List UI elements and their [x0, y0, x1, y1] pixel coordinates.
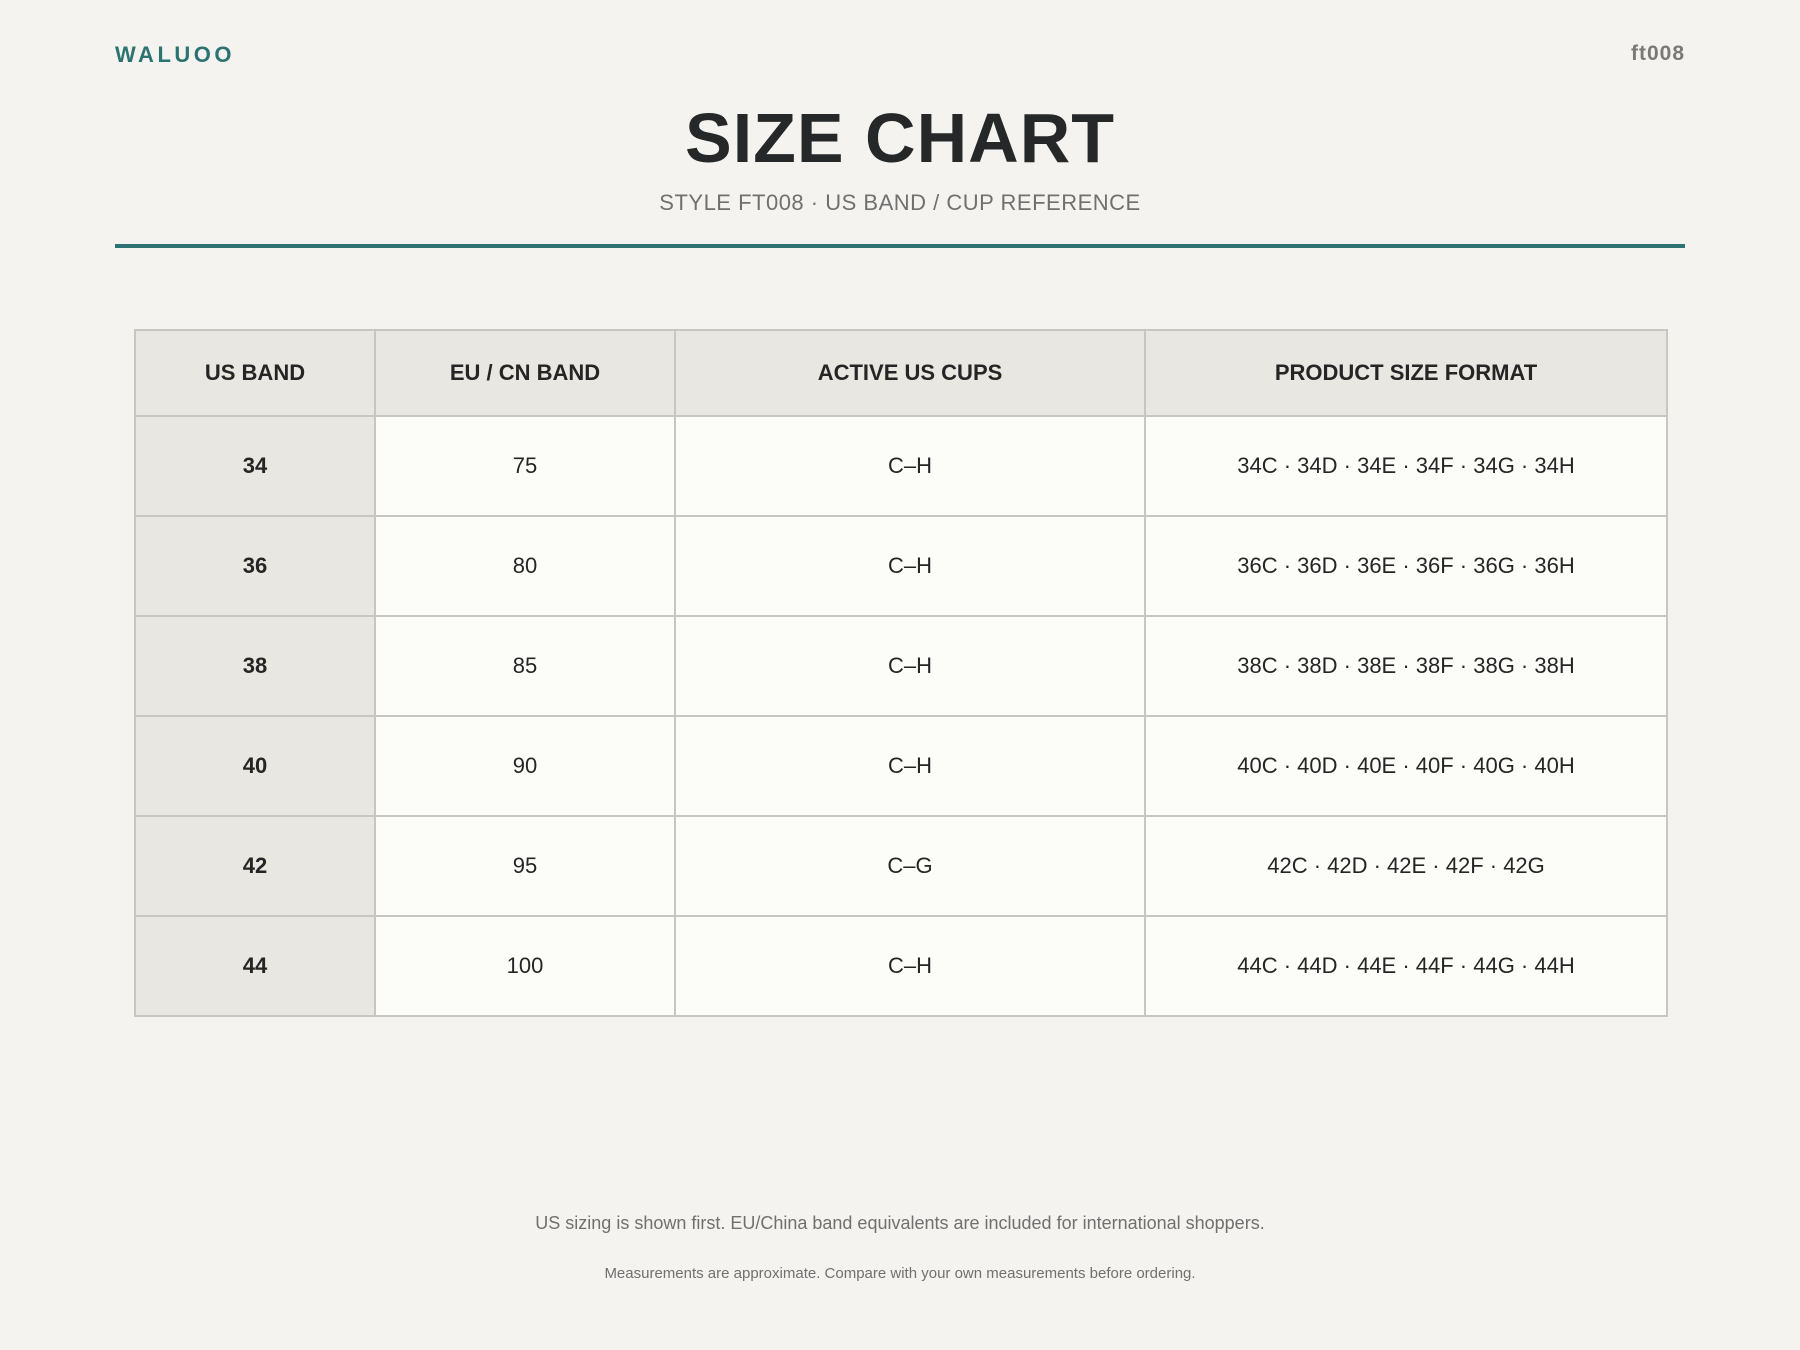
table-row: 44 100 C–H 44C · 44D · 44E · 44F · 44G ·… [134, 915, 1668, 1017]
eu-band-cell: 90 [374, 715, 676, 817]
size-format-cell: 44C · 44D · 44E · 44F · 44G · 44H [1144, 915, 1668, 1017]
size-table: US BAND EU / CN BAND ACTIVE US CUPS PROD… [134, 329, 1668, 1017]
size-format-cell: 42C · 42D · 42E · 42F · 42G [1144, 815, 1668, 917]
eu-band-cell: 80 [374, 515, 676, 617]
us-band-cell: 42 [134, 815, 376, 917]
cups-cell: C–H [674, 915, 1146, 1017]
us-band-cell: 36 [134, 515, 376, 617]
us-band-cell: 38 [134, 615, 376, 717]
footer-note-measurements: Measurements are approximate. Compare wi… [604, 1265, 1196, 1282]
page-title: SIZE CHART [685, 99, 1115, 177]
us-band-cell: 44 [134, 915, 376, 1017]
cups-cell: C–H [674, 515, 1146, 617]
cups-cell: C–G [674, 815, 1146, 917]
footer-note-sizing: US sizing is shown first. EU/China band … [535, 1213, 1265, 1233]
page-subtitle: STYLE FT008 · US BAND / CUP REFERENCE [659, 190, 1141, 215]
brand-logo: WALUOO [115, 42, 235, 67]
eu-band-cell: 75 [374, 415, 676, 517]
table-row: 42 95 C–G 42C · 42D · 42E · 42F · 42G [134, 815, 1668, 917]
table-row: 34 75 C–H 34C · 34D · 34E · 34F · 34G · … [134, 415, 1668, 517]
column-header-size-format: PRODUCT SIZE FORMAT [1144, 329, 1668, 417]
cups-cell: C–H [674, 415, 1146, 517]
column-header-cups: ACTIVE US CUPS [674, 329, 1146, 417]
cups-cell: C–H [674, 615, 1146, 717]
table-row: 38 85 C–H 38C · 38D · 38E · 38F · 38G · … [134, 615, 1668, 717]
us-band-cell: 40 [134, 715, 376, 817]
table-row: 36 80 C–H 36C · 36D · 36E · 36F · 36G · … [134, 515, 1668, 617]
size-format-cell: 34C · 34D · 34E · 34F · 34G · 34H [1144, 415, 1668, 517]
eu-band-cell: 95 [374, 815, 676, 917]
cups-cell: C–H [674, 715, 1146, 817]
style-code: ft008 [1630, 42, 1685, 65]
column-header-us-band: US BAND [134, 329, 376, 417]
us-band-cell: 34 [134, 415, 376, 517]
size-format-cell: 38C · 38D · 38E · 38F · 38G · 38H [1144, 615, 1668, 717]
eu-band-cell: 85 [374, 615, 676, 717]
table-header-row: US BAND EU / CN BAND ACTIVE US CUPS PROD… [134, 329, 1668, 417]
column-header-eu-band: EU / CN BAND [374, 329, 676, 417]
size-format-cell: 36C · 36D · 36E · 36F · 36G · 36H [1144, 515, 1668, 617]
size-format-cell: 40C · 40D · 40E · 40F · 40G · 40H [1144, 715, 1668, 817]
eu-band-cell: 100 [374, 915, 676, 1017]
title-divider [115, 244, 1685, 248]
table-row: 40 90 C–H 40C · 40D · 40E · 40F · 40G · … [134, 715, 1668, 817]
